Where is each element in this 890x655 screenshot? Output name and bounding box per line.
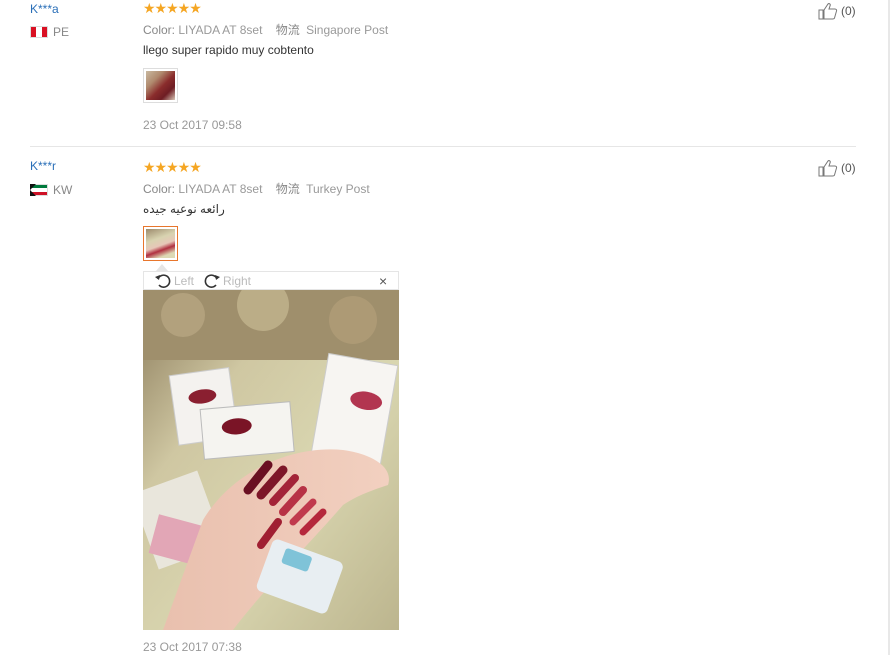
helpful-button[interactable]: (0) xyxy=(818,2,856,20)
review-text: رائعه نوعيه جيده xyxy=(143,202,225,216)
star-rating: ★★★★★ xyxy=(143,0,202,16)
helpful-count: (0) xyxy=(841,4,856,18)
star-rating-glyphs: ★★★★★ xyxy=(143,159,202,175)
rotate-left-button[interactable]: Left xyxy=(154,273,194,289)
review-attributes: Color: LIYADA AT 8set 物流 Turkey Post xyxy=(143,180,380,197)
review-item: K***a PE ★★★★★ Color: LIYADA AT 8set 物流 … xyxy=(0,0,888,146)
close-icon[interactable]: × xyxy=(379,273,387,289)
reviewer-name[interactable]: K***a xyxy=(30,2,59,16)
peru-flag-icon xyxy=(30,26,48,38)
lipstick-swatch-thumbnail-image xyxy=(146,229,175,258)
rotate-right-button[interactable]: Right xyxy=(203,273,251,289)
star-rating: ★★★★★ xyxy=(143,159,202,175)
color-label: Color: xyxy=(143,182,176,196)
shipping-label: 物流 xyxy=(275,182,300,196)
shipping-label: 物流 xyxy=(275,23,300,37)
color-value: LIYADA AT 8set xyxy=(178,23,263,37)
shipping-value: Singapore Post xyxy=(306,23,389,37)
review-item: K***r KW ★★★★★ Color: LIYADA AT 8set 物流 … xyxy=(0,147,888,655)
shipping-value: Turkey Post xyxy=(306,182,370,196)
reviewer-name[interactable]: K***r xyxy=(30,159,56,173)
color-label: Color: xyxy=(143,23,176,37)
rotate-left-icon xyxy=(155,274,171,288)
country-code: PE xyxy=(53,25,70,39)
lipstick-photo-thumbnail-image xyxy=(146,71,175,100)
photo-viewer-toolbar: Left Right × xyxy=(143,271,399,290)
helpful-count: (0) xyxy=(841,161,856,175)
rotate-right-icon xyxy=(204,274,220,288)
helpful-button[interactable]: (0) xyxy=(818,159,856,177)
country-code: KW xyxy=(53,183,73,197)
viewer-pointer xyxy=(156,264,168,271)
review-photo-thumbnail-selected[interactable] xyxy=(143,226,178,261)
rotate-right-label: Right xyxy=(223,274,252,288)
review-date: 23 Oct 2017 09:58 xyxy=(143,118,242,132)
lipstick-swatch-photo xyxy=(143,290,399,630)
reviewer-country: PE xyxy=(30,25,69,39)
rotate-left-label: Left xyxy=(174,274,195,288)
thumbs-up-icon xyxy=(818,160,838,177)
color-value: LIYADA AT 8set xyxy=(178,182,263,196)
review-attributes: Color: LIYADA AT 8set 物流 Singapore Post xyxy=(143,21,398,38)
reviewer-country: KW xyxy=(30,183,72,197)
review-photo-large xyxy=(143,290,399,630)
kuwait-flag-icon xyxy=(30,184,48,196)
review-photo-thumbnail[interactable] xyxy=(143,68,178,103)
star-rating-glyphs: ★★★★★ xyxy=(143,0,202,16)
thumbs-up-icon xyxy=(818,3,838,20)
review-date: 23 Oct 2017 07:38 xyxy=(143,640,242,654)
review-text: llego super rapido muy cobtento xyxy=(143,43,314,57)
